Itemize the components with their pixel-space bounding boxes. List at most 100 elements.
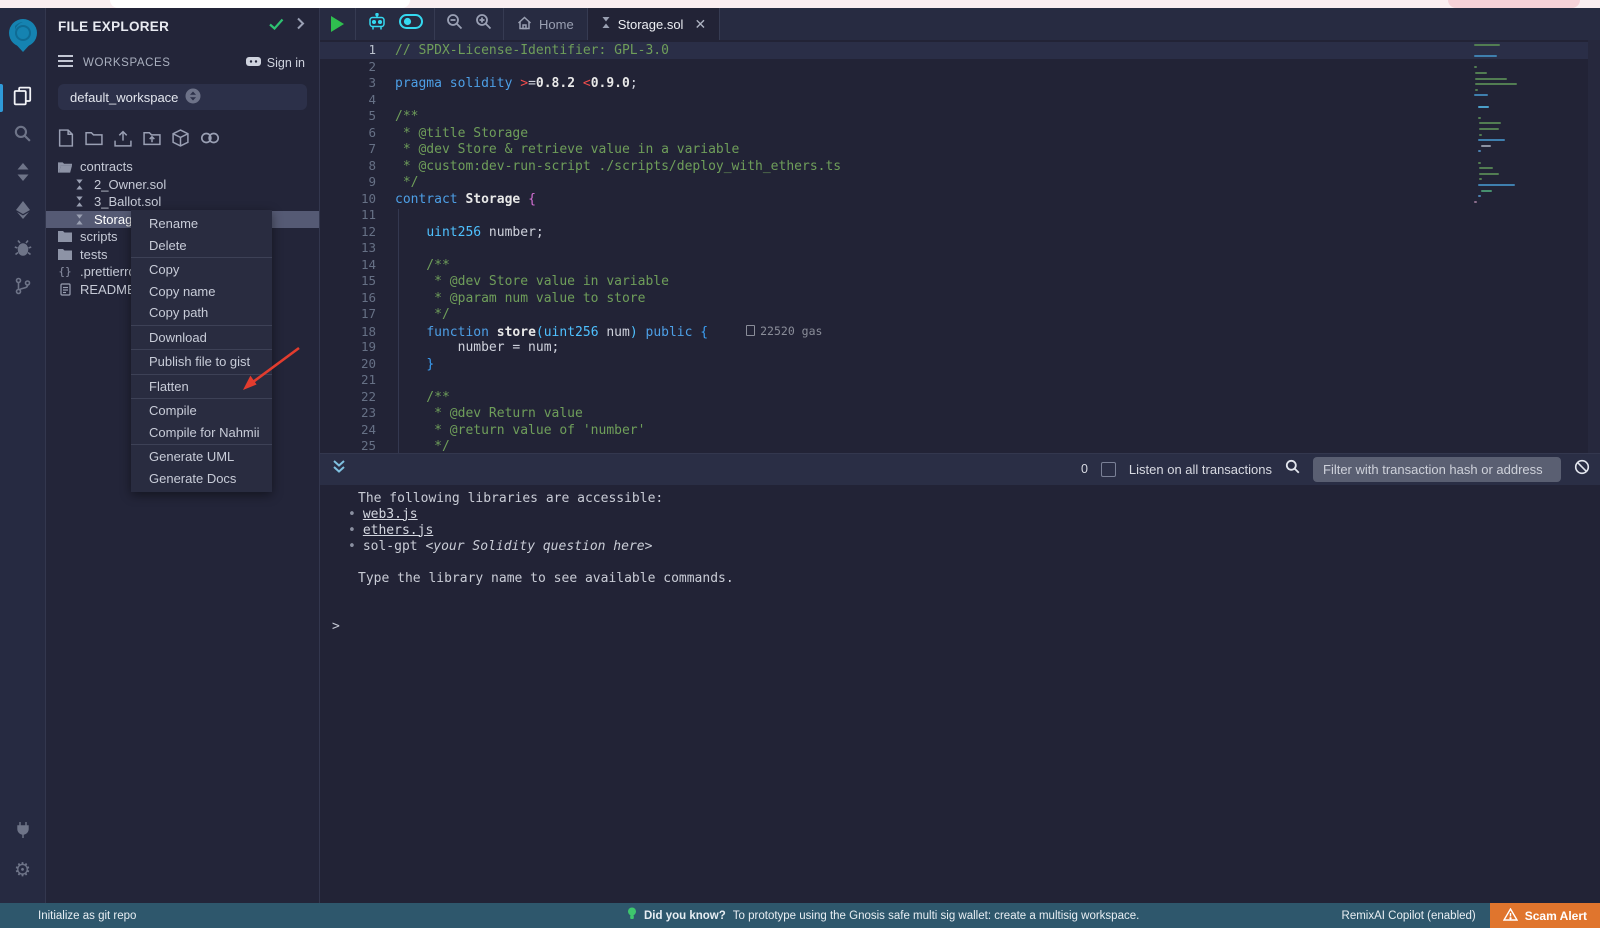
line-number[interactable]: 22 bbox=[320, 389, 376, 406]
terminal-output[interactable]: The following libraries are accessible:•… bbox=[320, 485, 1600, 904]
plug-icon bbox=[14, 821, 32, 844]
line-number[interactable]: 20 bbox=[320, 356, 376, 373]
new-folder-icon[interactable] bbox=[85, 130, 103, 146]
ai-robot-icon[interactable] bbox=[367, 13, 387, 36]
line-number[interactable]: 9 bbox=[320, 174, 376, 191]
sidebar-item-deploy-and-run[interactable] bbox=[0, 193, 46, 231]
code-line-3: 3pragma solidity >=0.8.2 <0.9.0; bbox=[320, 75, 1600, 92]
line-number[interactable]: 17 bbox=[320, 306, 376, 323]
terminal-link-web3-js[interactable]: web3.js bbox=[363, 507, 418, 522]
minimap-line bbox=[1474, 201, 1477, 203]
menu-item-download[interactable]: Download bbox=[131, 327, 272, 349]
zoom-out-icon[interactable] bbox=[446, 13, 463, 35]
code-text: contract Storage { bbox=[395, 192, 536, 209]
menu-item-flatten[interactable]: Flatten bbox=[131, 376, 272, 398]
line-number[interactable]: 4 bbox=[320, 92, 376, 109]
line-number[interactable]: 7 bbox=[320, 141, 376, 158]
sidebar-item-debugger[interactable] bbox=[0, 231, 46, 269]
chevron-double-down-icon[interactable] bbox=[332, 459, 346, 479]
menu-item-publish-file-to-gist[interactable]: Publish file to gist bbox=[131, 351, 272, 373]
terminal-link-ethers-js[interactable]: ethers.js bbox=[363, 523, 433, 538]
tree-item-label: tests bbox=[80, 247, 107, 262]
sidebar-item-solidity-compiler[interactable] bbox=[0, 155, 46, 193]
line-number[interactable]: 3 bbox=[320, 75, 376, 92]
line-number[interactable]: 25 bbox=[320, 438, 376, 453]
copilot-status[interactable]: RemixAI Copilot (enabled) bbox=[1342, 910, 1476, 922]
run-script-play-button[interactable] bbox=[331, 16, 344, 32]
line-number[interactable]: 14 bbox=[320, 257, 376, 274]
sidebar-item-plugin-manager[interactable] bbox=[0, 813, 46, 851]
terminal-prompt[interactable]: > bbox=[320, 619, 1600, 635]
close-tab-icon[interactable]: ✕ bbox=[694, 16, 706, 33]
sidebar-item-git[interactable] bbox=[0, 269, 46, 307]
link-icon[interactable] bbox=[200, 131, 220, 145]
line-number[interactable]: 11 bbox=[320, 207, 376, 224]
workspace-select[interactable]: default_workspace bbox=[58, 84, 307, 110]
sidebar-item-search[interactable] bbox=[0, 117, 46, 155]
menu-item-compile[interactable]: Compile bbox=[131, 400, 272, 422]
scam-alert-button[interactable]: Scam Alert bbox=[1490, 903, 1600, 928]
line-number[interactable]: 5 bbox=[320, 108, 376, 125]
listen-all-transactions-checkbox[interactable] bbox=[1101, 462, 1116, 477]
menu-item-generate-docs[interactable]: Generate Docs bbox=[131, 468, 272, 490]
line-number[interactable]: 24 bbox=[320, 422, 376, 439]
code-text: /** bbox=[395, 109, 418, 126]
init-git-repo-button[interactable]: Initialize as git repo bbox=[38, 910, 136, 922]
code-text: */ bbox=[395, 175, 418, 192]
activity-bar: ⚙ bbox=[0, 8, 46, 903]
menu-item-compile-for-nahmii[interactable]: Compile for Nahmii bbox=[131, 422, 272, 444]
line-number[interactable]: 21 bbox=[320, 372, 376, 389]
transaction-filter-input[interactable] bbox=[1313, 457, 1561, 482]
menu-item-copy-name[interactable]: Copy name bbox=[131, 281, 272, 303]
minimap-line bbox=[1478, 117, 1481, 119]
code-line-17: 17 */ bbox=[320, 306, 1600, 323]
menu-divider bbox=[131, 374, 272, 375]
sign-in-button[interactable]: Sign in bbox=[246, 56, 305, 70]
sidebar-item-settings[interactable]: ⚙ bbox=[0, 851, 46, 889]
editor-scrollbar[interactable] bbox=[1588, 40, 1600, 453]
line-number[interactable]: 12 bbox=[320, 224, 376, 241]
menu-item-delete[interactable]: Delete bbox=[131, 235, 272, 257]
tree-item-contracts[interactable]: contracts bbox=[46, 158, 319, 176]
line-number[interactable]: 8 bbox=[320, 158, 376, 175]
file-context-menu: RenameDeleteCopyCopy nameCopy path Downlo… bbox=[131, 210, 272, 492]
line-number[interactable]: 19 bbox=[320, 339, 376, 356]
workspace-sync-check-icon bbox=[269, 17, 284, 35]
menu-item-copy[interactable]: Copy bbox=[131, 259, 272, 281]
terminal-line: The following libraries are accessible: bbox=[320, 491, 1600, 507]
minimap[interactable] bbox=[1474, 44, 1519, 453]
zoom-in-icon[interactable] bbox=[475, 13, 492, 35]
expand-panel-chevron-icon[interactable] bbox=[296, 17, 305, 35]
menu-item-rename[interactable]: Rename bbox=[131, 213, 272, 235]
sidebar-item-file-explorer[interactable] bbox=[0, 79, 46, 117]
line-number[interactable]: 23 bbox=[320, 405, 376, 422]
remix-logo-icon[interactable] bbox=[5, 18, 41, 61]
tab-home[interactable]: Home bbox=[504, 8, 588, 40]
tab-storage-sol[interactable]: Storage.sol ✕ bbox=[588, 8, 721, 40]
line-number[interactable]: 13 bbox=[320, 240, 376, 257]
line-number[interactable]: 16 bbox=[320, 290, 376, 307]
line-number[interactable]: 1 bbox=[320, 42, 376, 59]
line-number[interactable]: 6 bbox=[320, 125, 376, 142]
status-bar: Initialize as git repo Did you know? To … bbox=[0, 903, 1600, 928]
publish-to-ipfs-cube-icon[interactable] bbox=[172, 129, 189, 147]
warning-triangle-icon bbox=[1503, 908, 1518, 924]
upload-file-icon[interactable] bbox=[114, 130, 132, 147]
search-transactions-icon[interactable] bbox=[1285, 459, 1300, 479]
ai-copilot-toggle-on[interactable] bbox=[399, 14, 423, 34]
upload-folder-icon[interactable] bbox=[143, 130, 161, 146]
line-number[interactable]: 15 bbox=[320, 273, 376, 290]
tree-item-3-ballot-sol[interactable]: 3_Ballot.sol bbox=[46, 193, 319, 211]
line-number[interactable]: 2 bbox=[320, 59, 376, 76]
tree-item-2-owner-sol[interactable]: 2_Owner.sol bbox=[46, 176, 319, 194]
ban-circle-icon[interactable] bbox=[1574, 459, 1590, 480]
new-file-icon[interactable] bbox=[58, 129, 74, 147]
tree-item-label: 2_Owner.sol bbox=[94, 177, 166, 192]
minimap-line bbox=[1481, 190, 1492, 192]
hamburger-menu-icon[interactable] bbox=[58, 54, 73, 72]
menu-item-generate-uml[interactable]: Generate UML bbox=[131, 446, 272, 468]
line-number[interactable]: 10 bbox=[320, 191, 376, 208]
minimap-line bbox=[1479, 167, 1493, 169]
menu-item-copy-path[interactable]: Copy path bbox=[131, 302, 272, 324]
code-editor[interactable]: 1// SPDX-License-Identifier: GPL-3.023pr… bbox=[320, 40, 1600, 453]
